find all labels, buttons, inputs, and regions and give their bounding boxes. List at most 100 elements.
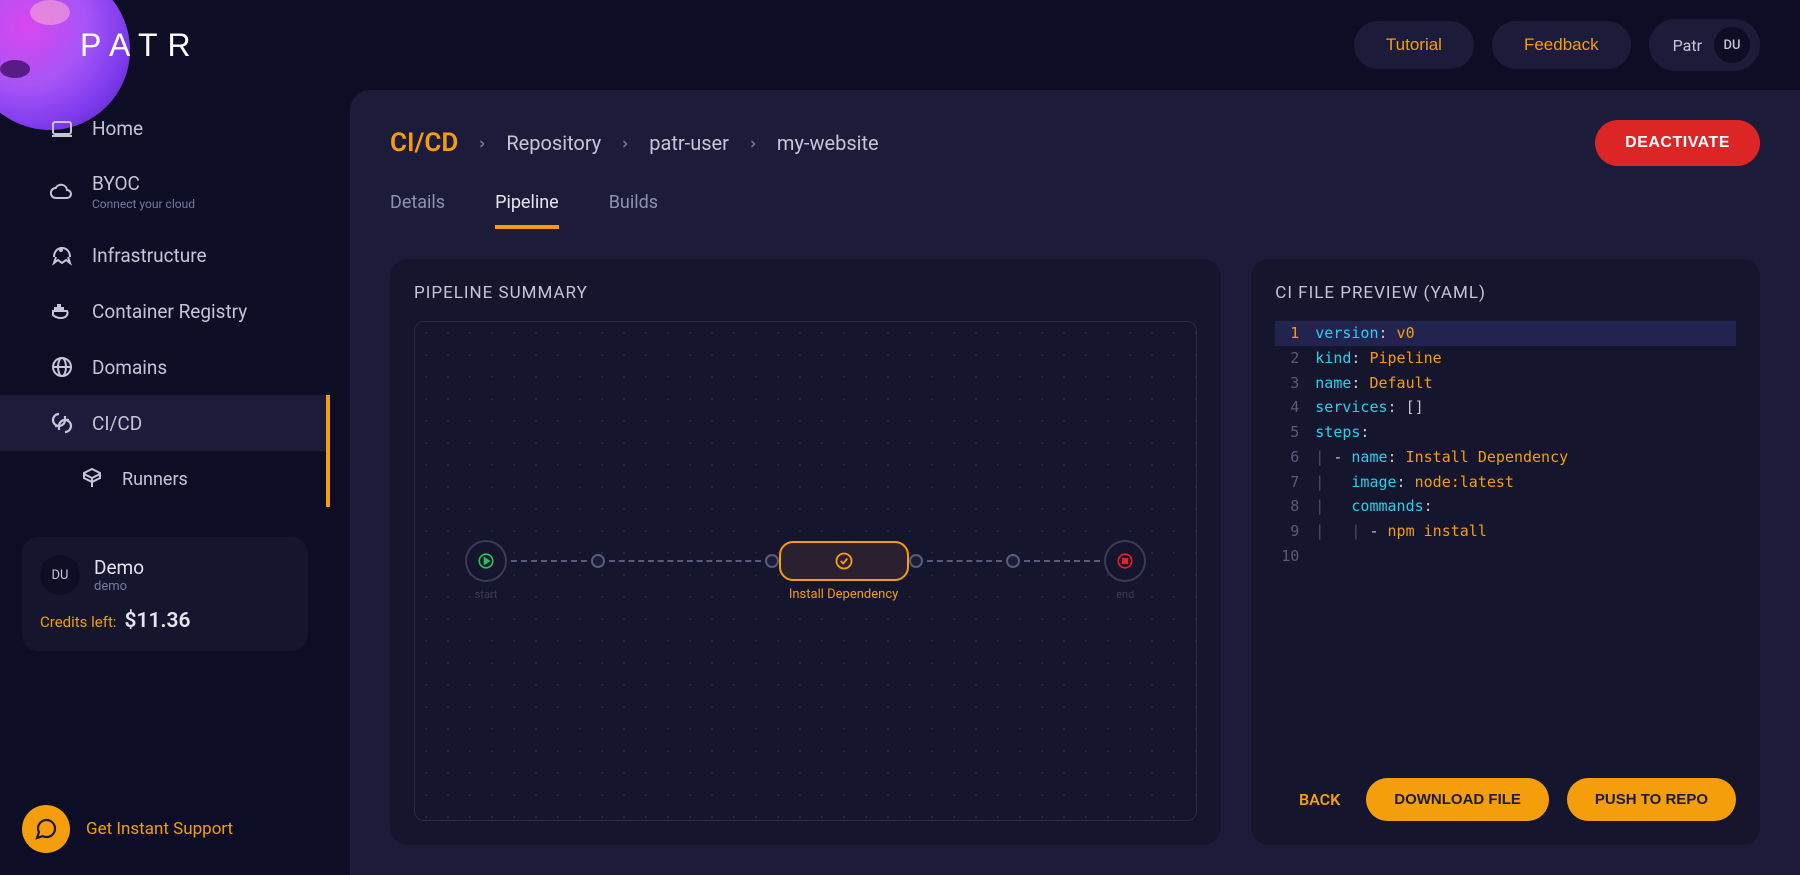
domains-icon — [50, 355, 74, 379]
code-content: steps: — [1315, 420, 1369, 445]
code-line: 5steps: — [1275, 420, 1736, 445]
connector — [609, 560, 761, 562]
sidebar-item-byoc[interactable]: BYOC Connect your cloud — [0, 156, 326, 227]
chevron-right-icon — [747, 131, 759, 155]
connector-dot — [591, 554, 605, 568]
code-content: version: v0 — [1315, 321, 1414, 346]
connector — [1024, 560, 1100, 562]
code-line: 1version: v0 — [1275, 321, 1736, 346]
brand-name: PATR — [80, 27, 201, 64]
code-line: 3name: Default — [1275, 371, 1736, 396]
code-line: 6| - name: Install Dependency — [1275, 445, 1736, 470]
line-number: 7 — [1275, 470, 1315, 495]
breadcrumb-item[interactable]: my-website — [777, 131, 879, 155]
credits-value: $11.36 — [125, 609, 191, 633]
breadcrumb-item[interactable]: patr-user — [649, 131, 729, 155]
sidebar: Home BYOC Connect your cloud Infrastructure… — [0, 90, 330, 875]
line-number: 8 — [1275, 494, 1315, 519]
line-number: 9 — [1275, 519, 1315, 544]
code-line: 7| image: node:latest — [1275, 470, 1736, 495]
workspace-name: Patr — [1673, 36, 1702, 55]
user-handle: demo — [94, 579, 144, 594]
sidebar-item-label: Container Registry — [92, 300, 247, 323]
code-line: 2kind: Pipeline — [1275, 346, 1736, 371]
line-number: 10 — [1275, 544, 1315, 569]
deactivate-button[interactable]: DEACTIVATE — [1595, 120, 1760, 166]
infrastructure-icon — [50, 243, 74, 267]
line-number: 1 — [1275, 321, 1315, 346]
workspace-switcher[interactable]: Patr DU — [1649, 19, 1760, 71]
tab-builds[interactable]: Builds — [609, 192, 658, 229]
pipeline-canvas[interactable]: start Install Dependency — [414, 321, 1197, 821]
code-content: | commands: — [1315, 494, 1432, 519]
sidebar-item-container-registry[interactable]: Container Registry — [0, 283, 326, 339]
pipeline-end-node[interactable]: end — [1104, 540, 1146, 582]
logo[interactable]: PATR — [0, 0, 300, 90]
connector-dot — [765, 554, 779, 568]
sidebar-item-home[interactable]: Home — [0, 100, 326, 156]
connector-dot — [909, 554, 923, 568]
breadcrumb-root[interactable]: CI/CD — [390, 128, 458, 158]
sidebar-item-label: Runners — [122, 469, 188, 490]
sidebar-item-cicd[interactable]: CI/CD — [0, 395, 326, 451]
avatar: DU — [1714, 27, 1750, 63]
start-label: start — [475, 588, 498, 601]
sidebar-item-label: CI/CD — [92, 412, 142, 435]
sidebar-item-label: Home — [92, 117, 143, 140]
feedback-button[interactable]: Feedback — [1492, 21, 1631, 69]
line-number: 6 — [1275, 445, 1315, 470]
yaml-preview-panel: CI FILE PREVIEW (YAML) 1version: v02kind… — [1251, 259, 1760, 845]
yaml-preview-title: CI FILE PREVIEW (YAML) — [1275, 283, 1736, 303]
code-editor[interactable]: 1version: v02kind: Pipeline3name: Defaul… — [1275, 321, 1736, 760]
pipeline-summary-panel: PIPELINE SUMMARY start Install — [390, 259, 1221, 845]
code-content: kind: Pipeline — [1315, 346, 1441, 371]
pipeline-step[interactable]: Install Dependency — [779, 541, 909, 581]
home-icon — [50, 116, 74, 140]
code-content: | image: node:latest — [1315, 470, 1514, 495]
push-to-repo-button[interactable]: PUSH TO REPO — [1567, 778, 1736, 821]
sidebar-item-label: BYOC — [92, 172, 195, 195]
sidebar-item-subtitle: Connect your cloud — [92, 197, 195, 211]
pipeline-step-label: Install Dependency — [789, 587, 898, 602]
code-line: 10 — [1275, 544, 1736, 569]
tab-details[interactable]: Details — [390, 192, 445, 229]
connector — [927, 560, 1003, 562]
code-content: services: [] — [1315, 395, 1423, 420]
line-number: 2 — [1275, 346, 1315, 371]
user-avatar: DU — [40, 555, 80, 595]
connector-dot — [1006, 554, 1020, 568]
breadcrumb-item[interactable]: Repository — [506, 131, 601, 155]
chat-icon — [22, 805, 70, 853]
sidebar-item-label: Infrastructure — [92, 244, 207, 267]
user-card[interactable]: DU Demo demo Credits left: $11.36 — [22, 537, 308, 651]
pipeline-summary-title: PIPELINE SUMMARY — [414, 283, 1197, 303]
user-name: Demo — [94, 556, 144, 579]
breadcrumb: CI/CD Repository patr-user my-website — [390, 128, 879, 158]
sidebar-item-infrastructure[interactable]: Infrastructure — [0, 227, 326, 283]
sidebar-item-runners[interactable]: Runners — [0, 451, 326, 507]
tutorial-button[interactable]: Tutorial — [1354, 21, 1474, 69]
credits-label: Credits left: — [40, 613, 117, 631]
support-label: Get Instant Support — [86, 819, 233, 839]
code-line: 4services: [] — [1275, 395, 1736, 420]
back-button[interactable]: BACK — [1299, 790, 1340, 809]
chevron-right-icon — [476, 131, 488, 155]
sidebar-item-label: Domains — [92, 356, 167, 379]
line-number: 5 — [1275, 420, 1315, 445]
line-number: 4 — [1275, 395, 1315, 420]
line-number: 3 — [1275, 371, 1315, 396]
download-file-button[interactable]: DOWNLOAD FILE — [1366, 778, 1549, 821]
code-content: | | - npm install — [1315, 519, 1487, 544]
end-label: end — [1116, 588, 1134, 601]
byoc-icon — [50, 180, 74, 204]
code-content: name: Default — [1315, 371, 1432, 396]
tab-pipeline[interactable]: Pipeline — [495, 192, 559, 229]
code-line: 8| commands: — [1275, 494, 1736, 519]
code-line: 9| | - npm install — [1275, 519, 1736, 544]
pipeline-start-node[interactable]: start — [465, 540, 507, 582]
sidebar-item-domains[interactable]: Domains — [0, 339, 326, 395]
container-registry-icon — [50, 299, 74, 323]
tabs: Details Pipeline Builds — [390, 192, 1760, 229]
support-button[interactable]: Get Instant Support — [0, 793, 330, 865]
cicd-icon — [50, 411, 74, 435]
